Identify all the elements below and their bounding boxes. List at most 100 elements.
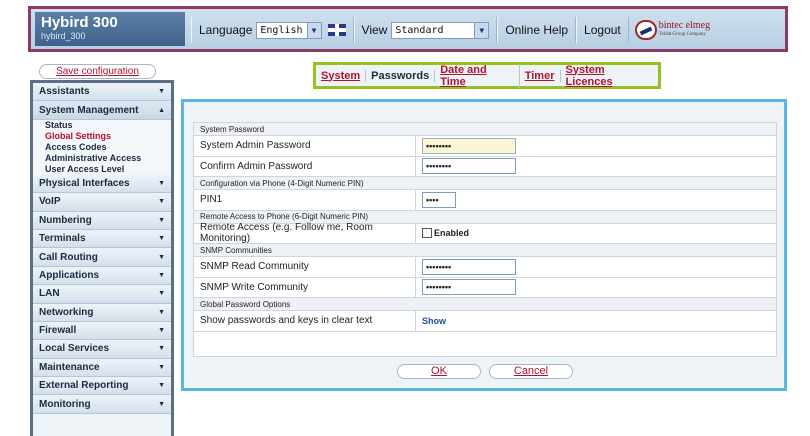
form-section-header: Global Password Options	[194, 298, 776, 311]
sidebar-item-applications[interactable]: Applications ▼	[33, 266, 171, 286]
tab-passwords[interactable]: Passwords	[366, 69, 436, 82]
sidebar-menu: Assistants ▼ System Management ▲ Status Globa…	[30, 80, 174, 436]
field-value-cell: ••••••••	[416, 257, 776, 277]
sidebar-item-label: System Management	[39, 104, 139, 116]
field-label: Show passwords and keys in clear text	[194, 311, 416, 331]
show-passwords-link[interactable]: Show	[422, 316, 446, 326]
chevron-down-icon: ▼	[158, 216, 165, 224]
chevron-down-icon: ▼	[158, 327, 165, 335]
sidebar-item-physical-interfaces[interactable]: Physical Interfaces ▼	[33, 174, 171, 194]
section-tabs: System Passwords Date and Time Timer System …	[313, 62, 661, 89]
online-help-link[interactable]: Online Help	[497, 17, 577, 43]
sidebar-item-call-routing[interactable]: Call Routing ▼	[33, 248, 171, 267]
sidebar-item-label: Numbering	[39, 214, 92, 226]
sidebar-item-local-services[interactable]: Local Services ▼	[33, 340, 171, 359]
chevron-down-icon: ▼	[158, 382, 165, 390]
field-label: SNMP Read Community	[194, 257, 416, 277]
chevron-down-icon: ▼	[158, 198, 165, 206]
password-input[interactable]: ••••••••	[422, 279, 516, 296]
tab-timer[interactable]: Timer	[520, 69, 561, 82]
tab-system-licences[interactable]: System Licences	[561, 64, 659, 88]
chevron-up-icon: ▲	[158, 106, 165, 114]
form-row-system-admin-password: System Admin Password ••••••••	[194, 136, 776, 157]
sidebar-item-numbering[interactable]: Numbering ▼	[33, 211, 171, 230]
password-input[interactable]: ••••••••	[422, 158, 516, 175]
sidebar-item-voip[interactable]: VoIP ▼	[33, 193, 171, 212]
field-label: System Admin Password	[194, 136, 416, 156]
chevron-down-icon: ▼	[158, 290, 165, 298]
password-input[interactable]: ••••••••	[422, 137, 516, 154]
sidebar-item-terminals[interactable]: Terminals ▼	[33, 229, 171, 249]
logo-mark-icon	[634, 20, 657, 40]
sidebar-item-label: External Reporting	[39, 380, 129, 392]
sidebar-item-label: Networking	[39, 306, 94, 318]
field-label: SNMP Write Community	[194, 277, 416, 297]
content-panel: System Password System Admin Password ••••…	[181, 99, 787, 391]
form-row-confirm-admin-password: Confirm Admin Password ••••••••	[194, 156, 776, 177]
ok-button[interactable]: OK	[397, 364, 481, 379]
sidebar-item-assistants[interactable]: Assistants ▼	[33, 83, 171, 102]
sidebar-subitem-global-settings[interactable]: Global Settings	[33, 130, 171, 142]
field-value-cell: ••••••••	[416, 278, 776, 298]
sidebar-subitem-access-codes[interactable]: Access Codes	[33, 141, 171, 153]
view-label: View	[361, 23, 388, 37]
sidebar-subitem-status[interactable]: Status	[33, 119, 171, 131]
form-row-remote-access-e-g-follow-me-room-monitoring: Remote Access (e.g. Follow me, Room Moni…	[194, 222, 776, 244]
enabled-checkbox[interactable]	[422, 228, 432, 239]
tab-system[interactable]: System	[316, 69, 367, 82]
sidebar-item-maintenance[interactable]: Maintenance ▼	[33, 358, 171, 378]
language-selector: Language English ▼	[191, 17, 354, 43]
form-row-show-passwords-and-keys-in-clear-text: Show passwords and keys in clear text Sho…	[194, 311, 776, 332]
sidebar-item-lan[interactable]: LAN ▼	[33, 285, 171, 304]
field-value-cell: ••••	[416, 190, 776, 210]
tab-date-and-time[interactable]: Date and Time	[435, 63, 520, 88]
sidebar-item-firewall[interactable]: Firewall ▼	[33, 321, 171, 341]
chevron-down-icon[interactable]: ▼	[306, 22, 321, 38]
sidebar-item-system-management[interactable]: System Management ▲	[33, 101, 171, 120]
chevron-down-icon[interactable]: ▼	[474, 22, 489, 38]
chevron-down-icon: ▼	[158, 400, 165, 408]
field-label: Confirm Admin Password	[194, 156, 416, 176]
form-section-header: System Password	[194, 123, 776, 136]
sidebar-item-monitoring[interactable]: Monitoring ▼	[33, 395, 171, 414]
sidebar-item-label: Assistants	[39, 86, 90, 98]
view-select[interactable]: Standard ▼	[391, 21, 490, 39]
sidebar-item-label: Local Services	[39, 343, 110, 355]
password-input[interactable]: ••••	[422, 191, 456, 208]
view-value: Standard	[395, 24, 444, 36]
sidebar-item-label: VoIP	[39, 196, 61, 208]
save-configuration-button[interactable]: Save configuration	[39, 64, 156, 79]
online-help-label: Online Help	[505, 23, 569, 37]
sidebar-item-label: Physical Interfaces	[39, 177, 130, 189]
header-toolbar: Language English ▼ View Standard ▼ Onlin…	[191, 16, 710, 44]
field-label: Remote Access (e.g. Follow me, Room Moni…	[194, 222, 416, 244]
form-actions: OK Cancel	[193, 364, 777, 384]
language-label: Language	[199, 23, 253, 37]
sidebar-item-external-reporting[interactable]: External Reporting ▼	[33, 377, 171, 396]
password-input[interactable]: ••••••••	[422, 258, 516, 275]
field-value-cell: Enabled	[416, 224, 776, 244]
sidebar-item-label: Applications	[39, 269, 100, 281]
sidebar-item-networking[interactable]: Networking ▼	[33, 303, 171, 322]
language-value: English	[260, 24, 303, 36]
form-section-header: SNMP Communities	[194, 244, 776, 257]
field-label: PIN1	[194, 190, 416, 210]
sidebar-item-label: Call Routing	[39, 251, 98, 263]
sidebar-item-label: LAN	[39, 288, 60, 300]
logout-link[interactable]: Logout	[576, 17, 629, 43]
chevron-down-icon: ▼	[158, 179, 165, 187]
field-value-cell: Show	[416, 311, 776, 331]
view-selector: View Standard ▼	[353, 17, 498, 43]
chevron-down-icon: ▼	[158, 308, 165, 316]
sidebar-subitem-user-access-level[interactable]: User Access Level	[33, 163, 171, 175]
vendor-logo: bintec elmeg Teldat Group Company	[629, 20, 710, 40]
brand-block: Hybird 300 hybird_300	[35, 12, 185, 46]
chevron-down-icon: ▼	[158, 253, 165, 261]
language-select[interactable]: English ▼	[256, 21, 322, 39]
cancel-button[interactable]: Cancel	[489, 364, 573, 379]
sidebar-item-label: Maintenance	[39, 361, 100, 373]
sidebar-subitem-administrative-access[interactable]: Administrative Access	[33, 152, 171, 164]
device-hostname: hybird_300	[41, 31, 86, 41]
logout-label: Logout	[584, 23, 621, 37]
sidebar-item-label: Monitoring	[39, 398, 91, 410]
